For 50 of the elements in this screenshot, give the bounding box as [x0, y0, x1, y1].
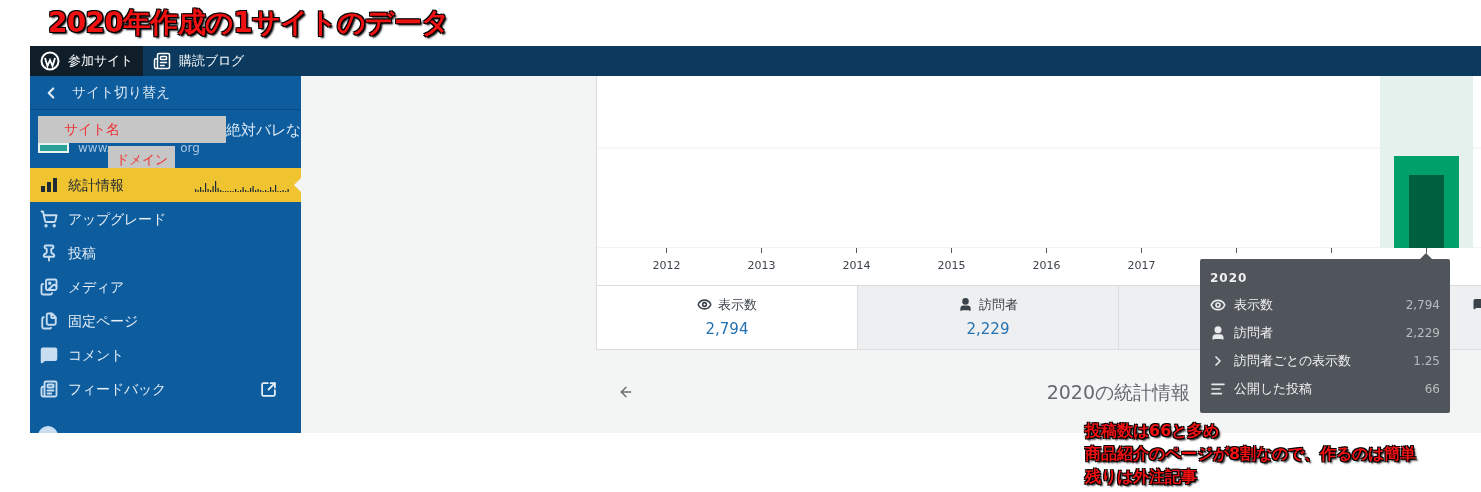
media-icon — [40, 278, 58, 296]
cart-icon — [40, 210, 58, 228]
sidebar-item[interactable]: 投稿 — [30, 236, 301, 270]
person-icon — [1210, 325, 1226, 341]
wordpress-logo-icon — [40, 51, 60, 71]
axis-label: 2013 — [747, 258, 776, 274]
bar-chart-icon — [40, 178, 58, 192]
tooltip-value: 2,229 — [1405, 325, 1440, 342]
sidebar-item[interactable]: フィードバック — [30, 372, 301, 406]
annotation-note: 残りは外注記事 — [1085, 466, 1198, 488]
person-icon — [958, 296, 973, 312]
axis-label: 2016 — [1032, 258, 1061, 274]
axis-label: 2014 — [842, 258, 871, 274]
sidebar-item[interactable]: 固定ページ — [30, 304, 301, 338]
stat-tab[interactable]: 訪問者 2,229 — [858, 286, 1119, 349]
pin-icon — [40, 244, 58, 262]
period-title: 2020の統計情報 — [1046, 379, 1190, 405]
tooltip-value: 2,794 — [1405, 297, 1440, 314]
tooltip-label: 公開した投稿 — [1234, 380, 1313, 399]
sidebar-item[interactable]: メディア — [30, 270, 301, 304]
tooltip-label: 訪問者 — [1234, 324, 1274, 343]
eye-icon — [1210, 297, 1226, 313]
axis-label: 2017 — [1127, 258, 1156, 274]
lines-icon — [1210, 381, 1226, 397]
annotation-title: 2020年作成の1サイトのデータ — [48, 5, 450, 41]
site-domain: www. — [78, 140, 111, 157]
axis-label: 2012 — [652, 258, 681, 274]
site-domain: org — [180, 140, 200, 157]
eye-icon — [697, 296, 712, 312]
top-bar-tab[interactable]: 購読ブログ — [143, 46, 254, 76]
top-bar-tab[interactable]: 参加サイト — [30, 46, 143, 76]
tooltip-label: 表示数 — [1234, 296, 1274, 315]
site-logo-icon — [38, 143, 69, 153]
redaction-box: サイト名 — [38, 116, 226, 143]
sidebar-item[interactable]: コメント — [30, 338, 301, 372]
site-name: 絶対バレな — [226, 121, 301, 139]
tooltip-label: 訪問者ごとの表示数 — [1234, 352, 1352, 371]
sidebar-item[interactable]: アップグレード — [30, 202, 301, 236]
annotation-note: 投稿数は66と多め — [1085, 420, 1221, 442]
annotation-note: 商品紹介のページが8割なので、作るのは簡単 — [1085, 443, 1417, 465]
tooltip-value: 66 — [1424, 381, 1440, 398]
axis-label: 2015 — [937, 258, 966, 274]
external-link-icon — [260, 380, 277, 398]
switch-site-button[interactable]: サイト切り替え — [30, 76, 301, 110]
tooltip-value: 1.25 — [1413, 353, 1440, 370]
tooltip-title: 2020 — [1210, 270, 1249, 287]
comment-icon — [40, 346, 58, 364]
sidebar-item[interactable]: 統計情報 — [30, 168, 301, 202]
pages-icon — [40, 312, 58, 330]
reader-icon — [153, 52, 171, 70]
